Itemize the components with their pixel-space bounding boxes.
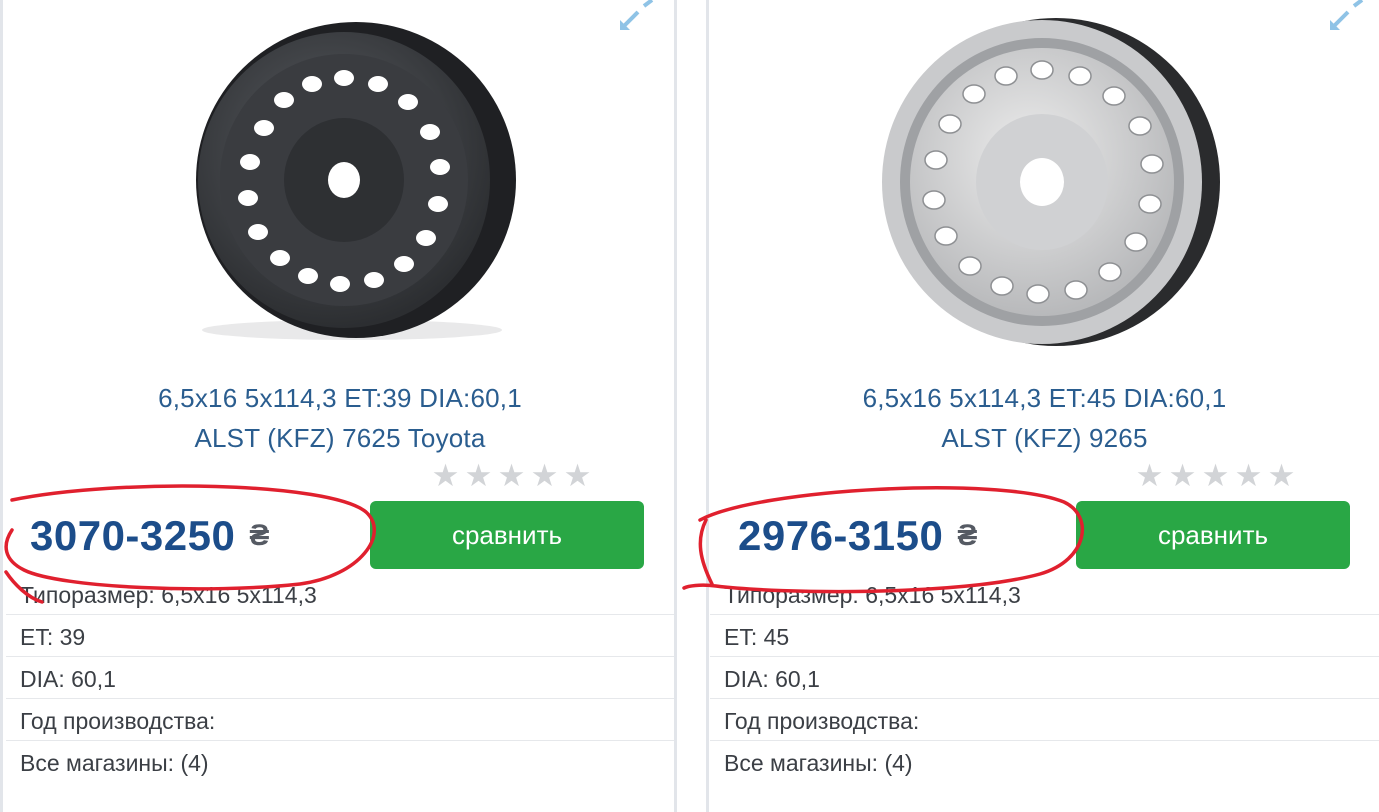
- product-title-line2[interactable]: ALST (KFZ) 7625 Toyota: [6, 418, 674, 458]
- product-title[interactable]: 6,5x16 5x114,3 ET:39 DIA:60,1 ALST (KFZ)…: [6, 378, 674, 458]
- spec-label: ET:: [20, 624, 54, 650]
- spec-value: (4): [884, 750, 913, 776]
- spec-row-et: ET: 39: [6, 615, 674, 657]
- expand-arrows-icon[interactable]: [612, 0, 656, 30]
- star-icon[interactable]: ★: [1200, 460, 1231, 491]
- spec-label: DIA:: [724, 666, 769, 692]
- spec-value: 6,5x16 5x114,3: [865, 582, 1021, 608]
- product-title-line1[interactable]: 6,5x16 5x114,3 ET:45 DIA:60,1: [710, 378, 1379, 418]
- star-icon[interactable]: ★: [496, 460, 527, 491]
- spec-row-size: Типоразмер: 6,5x16 5x114,3: [6, 573, 674, 615]
- spec-row-stores[interactable]: Все магазины: (4): [710, 741, 1379, 782]
- price: 3070-3250 ₴: [30, 508, 270, 564]
- spec-list: Типоразмер: 6,5x16 5x114,3 ET: 45 DIA: 6…: [710, 573, 1379, 782]
- star-icon[interactable]: ★: [1167, 460, 1198, 491]
- product-image[interactable]: [172, 12, 532, 357]
- spec-list: Типоразмер: 6,5x16 5x114,3 ET: 39 DIA: 6…: [6, 573, 674, 782]
- star-icon[interactable]: ★: [529, 460, 560, 491]
- expand-arrows-icon[interactable]: [1322, 0, 1366, 30]
- spec-label: Все магазины:: [20, 750, 175, 776]
- spec-value: 45: [763, 624, 790, 650]
- product-title-line2[interactable]: ALST (KFZ) 9265: [710, 418, 1379, 458]
- star-icon[interactable]: ★: [1233, 460, 1264, 491]
- star-icon[interactable]: ★: [1134, 460, 1165, 491]
- spec-label: ET:: [724, 624, 758, 650]
- card-divider: [0, 0, 3, 812]
- rating-stars[interactable]: ★ ★ ★ ★ ★: [430, 460, 593, 491]
- compare-button[interactable]: сравнить: [1076, 501, 1350, 569]
- spec-label: Типоразмер:: [20, 582, 155, 608]
- card-divider: [674, 0, 677, 812]
- product-image[interactable]: [866, 12, 1226, 357]
- product-title[interactable]: 6,5x16 5x114,3 ET:45 DIA:60,1 ALST (KFZ)…: [710, 378, 1379, 458]
- spec-value: (4): [180, 750, 209, 776]
- product-card: 6,5x16 5x114,3 ET:39 DIA:60,1 ALST (KFZ)…: [6, 0, 674, 812]
- star-icon[interactable]: ★: [430, 460, 461, 491]
- spec-label: Типоразмер:: [724, 582, 859, 608]
- spec-label: Год производства:: [724, 708, 920, 734]
- price-range: 3070-3250: [30, 512, 236, 559]
- star-icon[interactable]: ★: [562, 460, 593, 491]
- product-card: 6,5x16 5x114,3 ET:45 DIA:60,1 ALST (KFZ)…: [710, 0, 1379, 812]
- rating-stars[interactable]: ★ ★ ★ ★ ★: [1134, 460, 1297, 491]
- price-range: 2976-3150: [738, 512, 944, 559]
- star-icon[interactable]: ★: [1266, 460, 1297, 491]
- spec-label: Год производства:: [20, 708, 216, 734]
- spec-label: DIA:: [20, 666, 65, 692]
- spec-row-year: Год производства:: [6, 699, 674, 741]
- spec-value: 60,1: [775, 666, 820, 692]
- spec-row-year: Год производства:: [710, 699, 1379, 741]
- spec-value: 60,1: [71, 666, 116, 692]
- product-title-line1[interactable]: 6,5x16 5x114,3 ET:39 DIA:60,1: [6, 378, 674, 418]
- spec-row-et: ET: 45: [710, 615, 1379, 657]
- price: 2976-3150 ₴: [738, 508, 978, 564]
- spec-value: 6,5x16 5x114,3: [161, 582, 317, 608]
- currency-symbol: ₴: [957, 519, 978, 552]
- card-divider: [706, 0, 709, 812]
- star-icon[interactable]: ★: [463, 460, 494, 491]
- spec-row-size: Типоразмер: 6,5x16 5x114,3: [710, 573, 1379, 615]
- compare-button[interactable]: сравнить: [370, 501, 644, 569]
- spec-label: Все магазины:: [724, 750, 879, 776]
- currency-symbol: ₴: [249, 519, 270, 552]
- spec-value: 39: [59, 624, 86, 650]
- spec-row-dia: DIA: 60,1: [6, 657, 674, 699]
- spec-row-dia: DIA: 60,1: [710, 657, 1379, 699]
- spec-row-stores[interactable]: Все магазины: (4): [6, 741, 674, 782]
